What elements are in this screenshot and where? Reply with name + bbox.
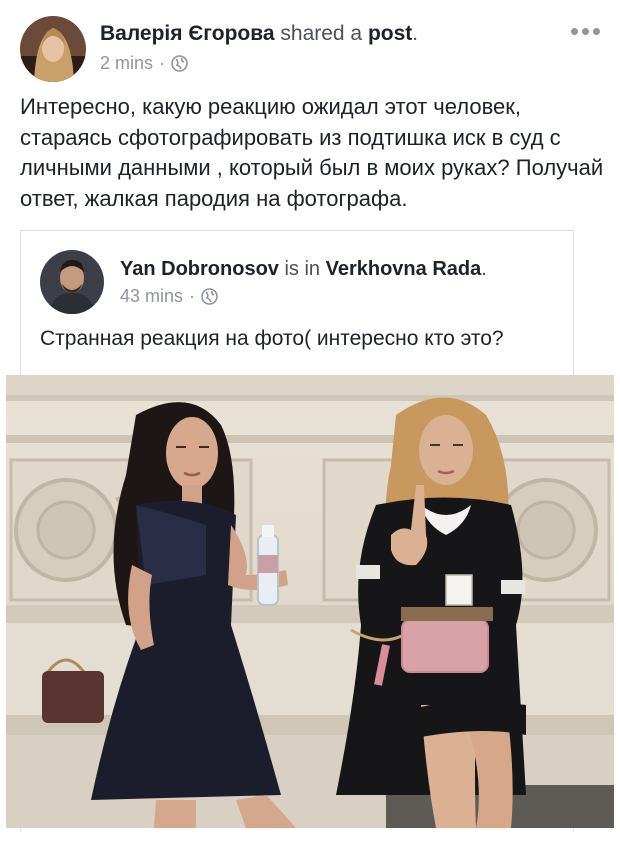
post-meta: 2 mins ·: [100, 53, 188, 74]
post-link[interactable]: post: [368, 22, 412, 45]
shared-post-header: Yan Dobronosov is in Verkhovna Rada.: [120, 258, 487, 281]
photo-illustration: [6, 375, 614, 828]
globe-icon[interactable]: [201, 288, 218, 305]
shared-post-body-text: Странная реакция на фото( интересно кто …: [40, 327, 504, 350]
post-header: Валерія Єгорова shared a post.: [100, 22, 418, 46]
action-text: shared a: [280, 22, 363, 45]
shared-meta-separator: ·: [189, 286, 196, 306]
shared-post-meta: 43 mins ·: [120, 286, 218, 307]
header-period: .: [412, 22, 419, 45]
shared-post-timestamp[interactable]: 43 mins: [120, 286, 183, 307]
globe-icon[interactable]: [171, 55, 188, 72]
post-body-text: Интересно, какую реакцию ожидал этот чел…: [20, 94, 604, 211]
author-avatar[interactable]: [20, 16, 86, 82]
ellipsis-icon[interactable]: [571, 28, 600, 35]
meta-separator: ·: [159, 53, 166, 73]
author-name[interactable]: Валерія Єгорова: [100, 22, 275, 45]
author-avatar-image: [20, 16, 86, 82]
shared-author-avatar-image: [40, 250, 104, 314]
shared-header-period: .: [481, 258, 487, 280]
shared-author-name[interactable]: Yan Dobronosov: [120, 258, 279, 280]
shared-connector-text: is in: [284, 258, 321, 280]
shared-author-avatar[interactable]: [40, 250, 104, 314]
location-link[interactable]: Verkhovna Rada: [326, 258, 482, 280]
post-timestamp[interactable]: 2 mins: [100, 53, 153, 74]
shared-post-photo[interactable]: [6, 375, 614, 828]
